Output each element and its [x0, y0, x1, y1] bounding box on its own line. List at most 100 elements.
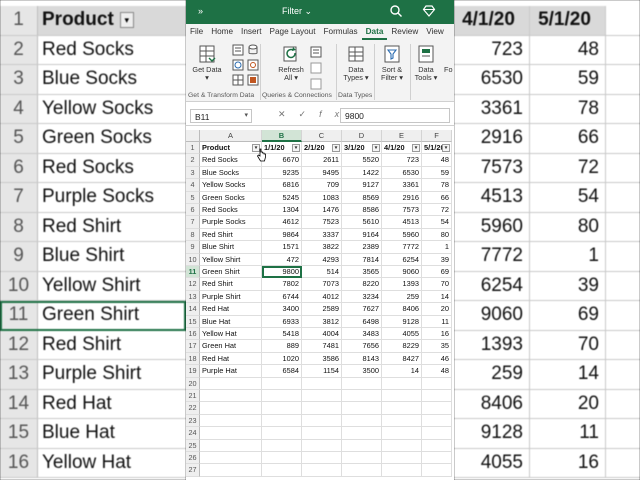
- search-icon[interactable]: [389, 4, 403, 18]
- value-cell[interactable]: 4055: [382, 328, 422, 341]
- value-cell[interactable]: 1: [422, 241, 452, 254]
- value-cell[interactable]: 35: [422, 340, 452, 353]
- column-header-b[interactable]: B: [262, 130, 302, 142]
- value-cell[interactable]: 3483: [342, 328, 382, 341]
- product-cell[interactable]: Purple Socks: [200, 216, 262, 229]
- value-cell[interactable]: 7573: [382, 204, 422, 217]
- value-cell[interactable]: 2589: [302, 303, 342, 316]
- product-cell[interactable]: Red Shirt: [200, 228, 262, 242]
- value-cell[interactable]: 7073: [302, 278, 342, 291]
- header-cell[interactable]: 2/1/20 ▾: [302, 142, 342, 155]
- value-cell[interactable]: 3812: [302, 315, 342, 328]
- column-header-d[interactable]: D: [342, 130, 382, 142]
- get-data-button[interactable]: Get Data ▾: [192, 44, 222, 82]
- value-cell[interactable]: 16: [422, 328, 452, 341]
- column-header-a[interactable]: A: [200, 130, 262, 142]
- empty-cell[interactable]: [342, 390, 382, 403]
- column-header-c[interactable]: C: [302, 130, 342, 142]
- tab-home[interactable]: Home: [207, 24, 237, 40]
- empty-cell[interactable]: [382, 427, 422, 440]
- value-cell[interactable]: 6584: [262, 365, 302, 378]
- value-cell[interactable]: 7656: [342, 340, 382, 353]
- empty-cell[interactable]: [200, 464, 262, 477]
- value-cell[interactable]: 5418: [262, 328, 302, 341]
- product-cell[interactable]: Red Hat: [200, 352, 262, 366]
- header-cell[interactable]: 3/1/20 ▾: [342, 142, 382, 155]
- row-header[interactable]: 27: [186, 464, 200, 477]
- refresh-all-button[interactable]: Refresh All ▾: [274, 44, 308, 82]
- value-cell[interactable]: 9128: [382, 315, 422, 328]
- value-cell[interactable]: 6744: [262, 290, 302, 304]
- product-cell[interactable]: Blue Socks: [200, 166, 262, 180]
- formula-input[interactable]: 9800: [340, 108, 450, 123]
- value-cell[interactable]: 709: [302, 179, 342, 192]
- row-header[interactable]: 10: [186, 253, 200, 266]
- select-all-corner[interactable]: [186, 130, 200, 142]
- tab-data[interactable]: Data: [361, 24, 388, 40]
- value-cell[interactable]: 2389: [342, 241, 382, 254]
- row-header[interactable]: 15: [186, 315, 200, 328]
- database-icon[interactable]: [247, 44, 259, 56]
- workbook-title[interactable]: Filter ⌄: [282, 6, 312, 17]
- value-cell[interactable]: 1476: [302, 204, 342, 217]
- data-types-button[interactable]: Data Types ▾: [340, 44, 372, 82]
- product-cell[interactable]: Green Hat: [200, 340, 262, 353]
- value-cell[interactable]: 472: [262, 253, 302, 266]
- value-cell[interactable]: 80: [422, 228, 452, 242]
- value-cell[interactable]: 48: [422, 365, 452, 378]
- header-cell[interactable]: 1/1/20 ▾: [262, 142, 302, 155]
- value-cell[interactable]: 3234: [342, 290, 382, 304]
- tab-file[interactable]: File: [186, 24, 207, 40]
- empty-cell[interactable]: [422, 427, 452, 440]
- product-cell[interactable]: Purple Shirt: [200, 290, 262, 304]
- value-cell[interactable]: 1393: [382, 278, 422, 291]
- row-header[interactable]: 12: [186, 278, 200, 291]
- check-icon[interactable]: ✓: [299, 109, 320, 119]
- empty-cell[interactable]: [422, 439, 452, 452]
- product-cell[interactable]: Green Shirt: [200, 266, 262, 279]
- empty-cell[interactable]: [382, 414, 422, 428]
- empty-cell[interactable]: [200, 414, 262, 428]
- product-cell[interactable]: Red Shirt: [200, 278, 262, 291]
- cancel-icon[interactable]: ✕: [278, 109, 299, 119]
- tab-review[interactable]: Review: [387, 24, 422, 40]
- value-cell[interactable]: 4004: [302, 328, 342, 341]
- tab-formulas[interactable]: Formulas: [320, 24, 362, 40]
- empty-cell[interactable]: [382, 402, 422, 415]
- row-header[interactable]: 6: [186, 204, 200, 217]
- empty-cell[interactable]: [262, 377, 302, 390]
- empty-cell[interactable]: [302, 377, 342, 390]
- sort-filter-button[interactable]: Sort & Filter ▾: [377, 44, 407, 82]
- header-cell[interactable]: Product ▾: [200, 142, 262, 155]
- empty-cell[interactable]: [422, 414, 452, 428]
- value-cell[interactable]: 8569: [342, 191, 382, 204]
- product-cell[interactable]: Green Socks: [200, 191, 262, 204]
- empty-cell[interactable]: [302, 464, 342, 477]
- empty-cell[interactable]: [342, 402, 382, 415]
- product-cell[interactable]: Purple Hat: [200, 365, 262, 378]
- empty-cell[interactable]: [200, 377, 262, 390]
- value-cell[interactable]: 66: [422, 191, 452, 204]
- properties-icon[interactable]: [310, 62, 322, 74]
- value-cell[interactable]: 1083: [302, 191, 342, 204]
- value-cell[interactable]: 46: [422, 352, 452, 366]
- row-header[interactable]: 5: [186, 191, 200, 204]
- empty-cell[interactable]: [342, 439, 382, 452]
- empty-cell[interactable]: [382, 377, 422, 390]
- row-header[interactable]: 26: [186, 452, 200, 465]
- empty-cell[interactable]: [200, 427, 262, 440]
- empty-cell[interactable]: [342, 464, 382, 477]
- value-cell[interactable]: 4513: [382, 216, 422, 229]
- tab-page-layout[interactable]: Page Layout: [266, 24, 320, 40]
- product-cell[interactable]: Yellow Socks: [200, 179, 262, 192]
- header-cell[interactable]: 5/1/20 ▾: [422, 142, 452, 155]
- value-cell[interactable]: 6670: [262, 154, 302, 167]
- empty-cell[interactable]: [342, 427, 382, 440]
- value-cell[interactable]: 6933: [262, 315, 302, 328]
- row-header[interactable]: 7: [186, 216, 200, 229]
- value-cell[interactable]: 6498: [342, 315, 382, 328]
- value-cell[interactable]: 7523: [302, 216, 342, 229]
- value-cell[interactable]: 7772: [382, 241, 422, 254]
- empty-cell[interactable]: [200, 390, 262, 403]
- row-header[interactable]: 16: [186, 328, 200, 341]
